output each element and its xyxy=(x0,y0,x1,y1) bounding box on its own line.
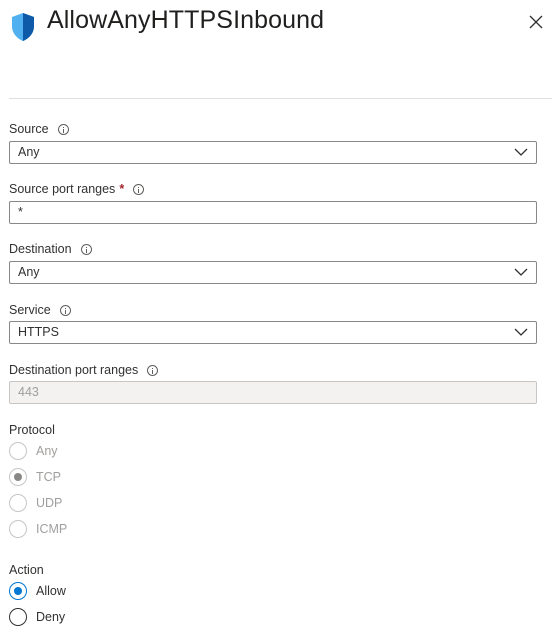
radio-dot xyxy=(14,587,22,595)
required-marker: * xyxy=(119,182,125,196)
radio-circle xyxy=(9,608,27,626)
radio-circle xyxy=(9,582,27,600)
source-port-ranges-label-row: Source port ranges * xyxy=(9,181,145,197)
info-icon[interactable] xyxy=(147,364,159,376)
page-title: AllowAnyHTTPSInbound xyxy=(47,6,325,34)
radio-dot xyxy=(14,473,22,481)
source-label-row: Source xyxy=(9,121,69,137)
protocol-option-icmp: ICMP xyxy=(9,519,67,539)
chevron-down-icon xyxy=(514,148,528,156)
info-icon[interactable] xyxy=(57,123,69,135)
radio-circle xyxy=(9,442,27,460)
chevron-down-icon xyxy=(514,328,528,336)
protocol-option-udp: UDP xyxy=(9,493,62,513)
shield-icon xyxy=(12,13,34,41)
chevron-down-icon xyxy=(514,268,528,276)
service-label: Service xyxy=(9,303,51,317)
protocol-label-row: Protocol xyxy=(9,422,55,438)
protocol-option-label: UDP xyxy=(36,496,63,510)
source-select[interactable]: Any xyxy=(9,141,537,164)
destination-select[interactable]: Any xyxy=(9,261,537,284)
source-port-ranges-input[interactable]: * xyxy=(9,201,537,224)
destination-label: Destination xyxy=(9,242,72,256)
protocol-label: Protocol xyxy=(9,423,55,437)
destination-port-ranges-label: Destination port ranges xyxy=(9,363,139,377)
source-label: Source xyxy=(9,122,49,136)
action-option-deny[interactable]: Deny xyxy=(9,607,65,627)
service-value: HTTPS xyxy=(18,325,59,339)
source-value: Any xyxy=(18,145,40,159)
info-icon[interactable] xyxy=(133,183,145,195)
destination-label-row: Destination xyxy=(9,241,92,257)
radio-circle xyxy=(9,494,27,512)
radio-circle xyxy=(9,520,27,538)
action-label-row: Action xyxy=(9,562,44,578)
source-port-ranges-label: Source port ranges xyxy=(9,182,116,196)
protocol-option-label: ICMP xyxy=(36,522,68,536)
protocol-option-tcp: TCP xyxy=(9,467,61,487)
action-option-label: Deny xyxy=(36,610,66,624)
destination-value: Any xyxy=(18,265,40,279)
service-select[interactable]: HTTPS xyxy=(9,321,537,344)
destination-port-ranges-label-row: Destination port ranges xyxy=(9,362,159,378)
inbound-rule-panel: AllowAnyHTTPSInbound Source Any Source p… xyxy=(0,0,552,635)
info-icon[interactable] xyxy=(80,243,92,255)
protocol-option-any: Any xyxy=(9,441,58,461)
destination-port-ranges-input: 443 xyxy=(9,381,537,404)
source-port-ranges-value: * xyxy=(18,205,23,219)
destination-port-ranges-value: 443 xyxy=(18,385,39,399)
action-label: Action xyxy=(9,563,44,577)
service-label-row: Service xyxy=(9,302,71,318)
protocol-option-label: TCP xyxy=(36,470,61,484)
panel-header: AllowAnyHTTPSInbound xyxy=(0,0,552,60)
action-option-label: Allow xyxy=(36,584,66,598)
info-icon[interactable] xyxy=(59,304,71,316)
header-divider xyxy=(9,98,552,99)
action-option-allow[interactable]: Allow xyxy=(9,581,66,601)
radio-circle xyxy=(9,468,27,486)
protocol-option-label: Any xyxy=(36,444,58,458)
close-icon[interactable] xyxy=(528,14,544,30)
